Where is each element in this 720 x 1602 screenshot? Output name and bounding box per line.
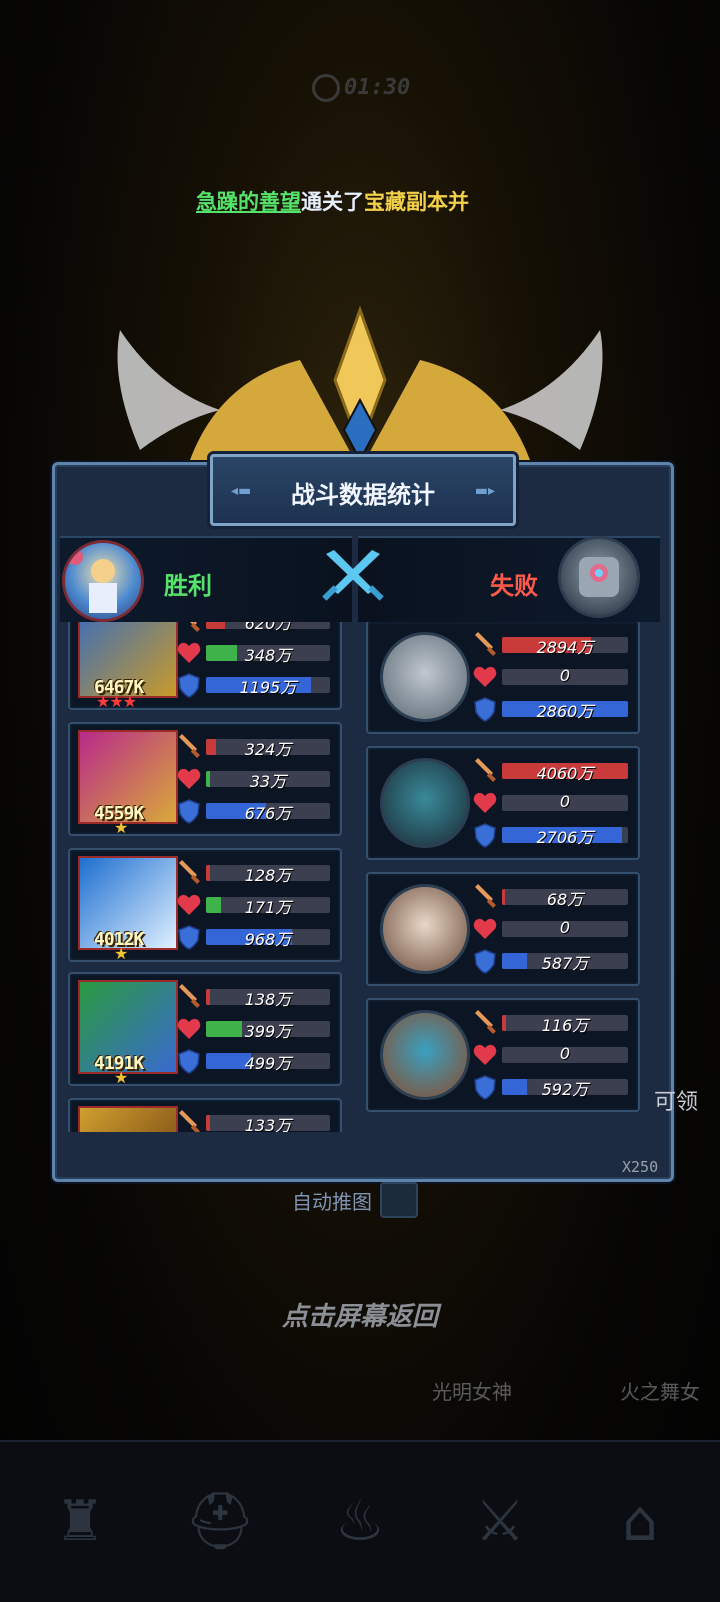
enemy-portrait[interactable] (380, 758, 470, 848)
hero-stars: ★ (114, 1068, 128, 1087)
auto-push-checkbox[interactable] (380, 1182, 418, 1218)
battle-timer: 01:30 (312, 74, 410, 102)
enemy-stat-card[interactable]: 4060万 0 2706万 (366, 746, 640, 860)
hero-stat-card[interactable]: 4191K ★ 138万 399万 499万 (68, 972, 342, 1087)
enemy-stat-card[interactable]: 2894万 0 2860万 (366, 620, 640, 734)
auto-push-label: 自动推图 (292, 1190, 372, 1214)
atk-value: 2894万 (536, 638, 594, 657)
hero-portrait[interactable]: 4012K (78, 856, 178, 950)
def-value: 499万 (244, 1054, 292, 1073)
atk-value: 128万 (244, 866, 292, 885)
enemy-portrait[interactable] (380, 1010, 470, 1100)
hero-stat-card[interactable]: 4559K ★ 324万 33万 676万 (68, 722, 342, 837)
ticker-text-1: 通关了 (301, 190, 364, 214)
timer-text: 01:30 (344, 75, 411, 100)
defeat-header: 失败 (358, 536, 660, 622)
hero-portrait-icon (67, 549, 117, 613)
def-value: 676万 (244, 804, 292, 823)
def-value: 592万 (541, 1080, 589, 1099)
hp-value: 171万 (244, 898, 292, 917)
helmet-icon[interactable]: ⛑ (160, 1462, 280, 1582)
def-value: 2706万 (536, 828, 594, 847)
def-value: 587万 (541, 954, 589, 973)
tap-to-return-hint[interactable]: 点击屏幕返回 (0, 1296, 720, 1333)
def-value: 1195万 (239, 678, 297, 697)
victory-header: 胜利 (60, 536, 352, 622)
count-label: X250 (622, 1158, 659, 1176)
enemy-portrait[interactable] (380, 632, 470, 722)
battle-icon[interactable]: ⚔ (440, 1462, 560, 1582)
enemy-avatar[interactable] (558, 536, 640, 618)
hero-portrait[interactable] (78, 1106, 178, 1132)
crossed-swords-icon (322, 550, 384, 601)
hp-value: 399万 (244, 1022, 292, 1041)
hp-value: 348万 (244, 646, 292, 665)
def-value: 968万 (244, 930, 292, 949)
hp-value: 0 (559, 918, 571, 937)
hp-value: 0 (559, 666, 571, 685)
panel-title-plate: ◂▬ 战斗数据统计 ▬▸ (210, 454, 516, 526)
hp-value: 0 (559, 792, 571, 811)
player-avatar[interactable] (62, 540, 144, 622)
castle-icon[interactable]: ♜ (20, 1462, 140, 1582)
atk-value: 4060万 (536, 764, 594, 783)
panel-title: 战斗数据统计 (291, 481, 435, 509)
bg-hero-name-b: 火之舞女 (620, 1380, 700, 1404)
defeat-label: 失败 (490, 572, 538, 600)
campfire-icon[interactable]: ♨ (300, 1462, 420, 1582)
atk-value: 133万 (244, 1116, 292, 1132)
enemy-portrait[interactable] (380, 884, 470, 974)
hero-stars: ★ (114, 818, 128, 837)
enemy-stat-card[interactable]: 116万 0 592万 (366, 998, 640, 1112)
hp-value: 33万 (249, 772, 287, 791)
hero-portrait[interactable]: 4191K (78, 980, 178, 1074)
claim-label: 可领 (654, 1090, 699, 1115)
enemy-list[interactable]: 2894万 0 2860万 4060万 0 2706万 68万 0 587万 116万 0 592万 (362, 620, 642, 1132)
hero-portrait[interactable]: 4559K (78, 730, 178, 824)
atk-value: 68万 (546, 890, 584, 909)
hero-stat-card[interactable]: 4012K ★ 128万 171万 968万 (68, 848, 342, 963)
hero-stars: ★★★ (96, 692, 137, 711)
hero-stat-card[interactable]: 133万 (68, 1098, 342, 1132)
def-value: 2860万 (536, 702, 594, 721)
ticker-player-name[interactable]: 急躁的善望 (196, 190, 301, 214)
atk-value: 138万 (244, 990, 292, 1009)
ticker-text-2: 宝藏副本并 (364, 190, 469, 214)
victory-label: 胜利 (164, 572, 212, 600)
atk-value: 620万 (244, 620, 292, 633)
robot-portrait-icon (579, 557, 619, 597)
stopwatch-icon (312, 74, 340, 102)
shop-icon[interactable]: ⌂ (580, 1462, 700, 1582)
atk-value: 324万 (244, 740, 292, 759)
title-right-ornament: ▬▸ (474, 483, 495, 499)
hero-portrait[interactable]: 6467K (78, 620, 178, 698)
bottom-navigation: ♜ ⛑ ♨ ⚔ ⌂ (0, 1440, 720, 1602)
enemy-stat-card[interactable]: 68万 0 587万 (366, 872, 640, 986)
announcement-ticker: 急躁的善望通关了宝藏副本并 (196, 186, 528, 216)
bg-hero-name-a: 光明女神 (432, 1380, 512, 1404)
hero-stat-card[interactable]: 6467K ★★★ 620万 348万 1195万 (68, 620, 342, 711)
hp-value: 0 (559, 1044, 571, 1063)
player-heroes-list[interactable]: 6467K ★★★ 620万 348万 1195万 4559K ★ 324万 33万 676万 40… (64, 620, 346, 1132)
atk-value: 116万 (541, 1016, 589, 1035)
hero-stars: ★ (114, 944, 128, 963)
